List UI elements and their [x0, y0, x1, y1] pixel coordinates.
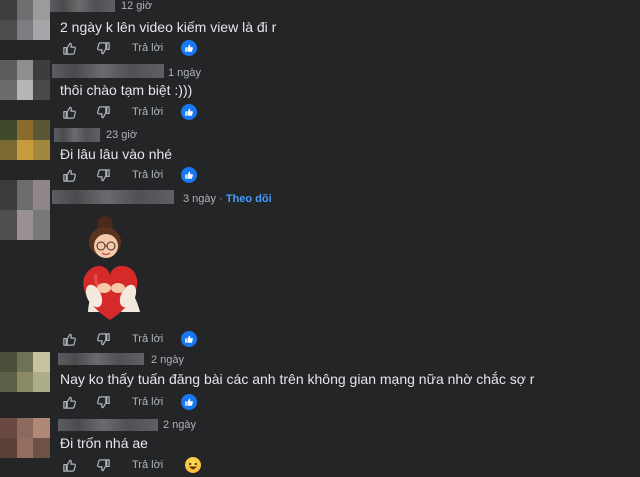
avatar[interactable]: [0, 120, 50, 160]
like-icon[interactable]: [60, 166, 78, 184]
comment-text: Đi trốn nhá ae: [60, 435, 148, 451]
avatar-pixel: [0, 180, 17, 210]
avatar-pixel: [0, 210, 17, 240]
avatar[interactable]: [0, 418, 50, 458]
comment-text: Đi lâu lâu vào nhé: [60, 146, 173, 162]
comment-actions: Trả lời: [60, 103, 198, 121]
dislike-icon[interactable]: [94, 330, 112, 348]
comment-actions: Trả lời: [60, 456, 202, 474]
avatar-pixel: [16, 140, 34, 160]
comment-time[interactable]: 1 ngày: [168, 67, 201, 79]
avatar-pixel: [33, 80, 50, 100]
like-reaction-icon[interactable]: [181, 40, 198, 56]
avatar-pixel: [0, 140, 17, 160]
avatar-pixel: [33, 60, 50, 80]
avatar-pixel: [16, 60, 34, 80]
avatar-pixel: [16, 352, 34, 372]
avatar-pixel: [33, 20, 50, 40]
comment-text: Nay ko thấy tuấn đăng bài các anh trên k…: [60, 371, 535, 387]
comment-actions: Trả lời: [60, 393, 198, 411]
comment-time[interactable]: 2 ngày: [151, 354, 184, 366]
like-icon[interactable]: [60, 456, 78, 474]
author-name[interactable]: [52, 64, 164, 78]
like-icon[interactable]: [60, 39, 78, 57]
like-icon[interactable]: [60, 103, 78, 121]
like-reaction-icon[interactable]: [181, 331, 198, 347]
avatar-pixel: [0, 20, 17, 40]
avatar-pixel: [33, 120, 50, 140]
comment-time[interactable]: 12 giờ: [121, 0, 152, 12]
like-reaction-icon[interactable]: [181, 167, 198, 183]
avatar-pixel: [16, 0, 34, 20]
avatar-pixel: [0, 60, 17, 80]
avatar-pixel: [33, 210, 50, 240]
comment-actions: Trả lời: [60, 330, 198, 348]
comment-time[interactable]: 2 ngày: [163, 419, 196, 431]
avatar-pixel: [33, 438, 50, 458]
avatar-pixel: [0, 418, 17, 438]
avatar-pixel: [0, 438, 17, 458]
avatar-pixel: [16, 372, 34, 392]
haha-reaction-icon[interactable]: [185, 457, 202, 473]
avatar-pixel: [16, 438, 34, 458]
comment-text: 2 ngày k lên video kiếm view là đi r: [60, 19, 277, 35]
comment-actions: Trả lời: [60, 39, 198, 57]
avatar-pixel: [33, 140, 50, 160]
follow-button[interactable]: Theo dõi: [226, 193, 272, 205]
reply-button[interactable]: Trả lời: [132, 333, 163, 345]
avatar-pixel: [0, 352, 17, 372]
avatar-pixel: [16, 120, 34, 140]
avatar[interactable]: [0, 0, 50, 40]
dislike-icon[interactable]: [94, 103, 112, 121]
like-icon[interactable]: [60, 330, 78, 348]
author-name[interactable]: [58, 353, 144, 365]
avatar-pixel: [33, 180, 50, 210]
avatar-pixel: [33, 0, 50, 20]
avatar-pixel: [33, 352, 50, 372]
avatar-pixel: [16, 180, 34, 210]
dislike-icon[interactable]: [94, 393, 112, 411]
reply-button[interactable]: Trả lời: [132, 169, 163, 181]
avatar[interactable]: [0, 60, 50, 100]
avatar[interactable]: [0, 180, 50, 240]
avatar-pixel: [33, 372, 50, 392]
like-reaction-icon[interactable]: [181, 104, 198, 120]
dislike-icon[interactable]: [94, 166, 112, 184]
avatar-pixel: [16, 80, 34, 100]
dislike-icon[interactable]: [94, 39, 112, 57]
hug-heart-sticker[interactable]: [74, 212, 156, 324]
avatar-pixel: [16, 20, 34, 40]
avatar-pixel: [33, 418, 50, 438]
author-name[interactable]: [58, 419, 158, 431]
author-name[interactable]: [50, 0, 115, 12]
avatar-pixel: [0, 80, 17, 100]
avatar[interactable]: [0, 352, 50, 392]
avatar-pixel: [0, 372, 17, 392]
like-icon[interactable]: [60, 393, 78, 411]
avatar-pixel: [16, 418, 34, 438]
like-reaction-icon[interactable]: [181, 394, 198, 410]
avatar-pixel: [0, 120, 17, 140]
reply-button[interactable]: Trả lời: [132, 106, 163, 118]
reply-button[interactable]: Trả lời: [132, 396, 163, 408]
avatar-pixel: [16, 210, 34, 240]
comment-time[interactable]: 23 giờ: [106, 129, 137, 141]
reply-button[interactable]: Trả lời: [132, 42, 163, 54]
comment-actions: Trả lời: [60, 166, 198, 184]
dislike-icon[interactable]: [94, 456, 112, 474]
avatar-pixel: [0, 0, 17, 20]
author-name[interactable]: [52, 190, 174, 204]
reply-button[interactable]: Trả lời: [132, 459, 163, 471]
author-name[interactable]: [54, 128, 100, 142]
comment-time: 3 ngày · Theo dõi: [183, 193, 272, 205]
comment-time-text[interactable]: 3 ngày: [183, 193, 216, 205]
comment-text: thôi chào tạm biệt :))): [60, 82, 193, 98]
